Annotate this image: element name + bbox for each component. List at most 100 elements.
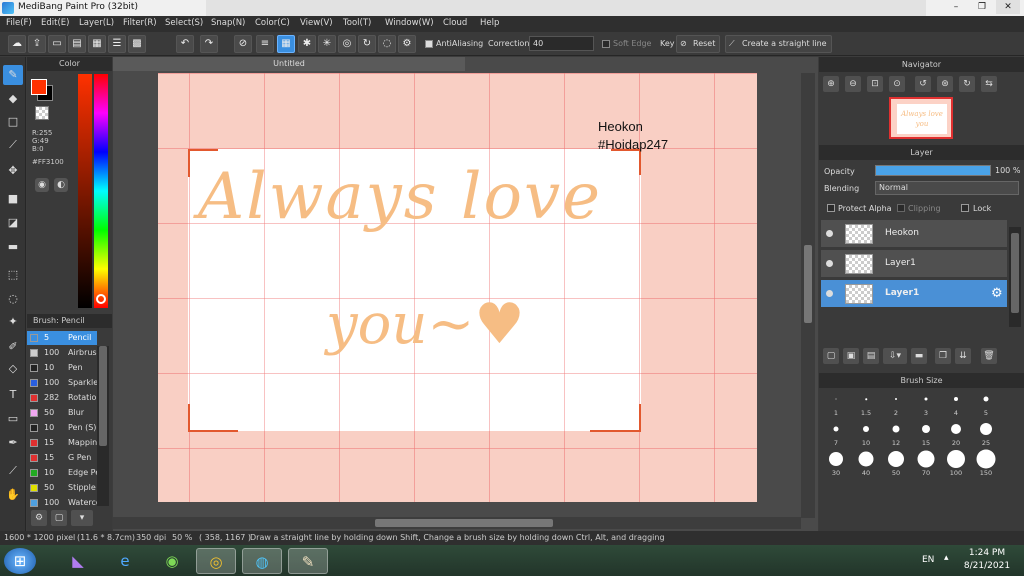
layer-row[interactable]: Layer1 ⚙ bbox=[821, 280, 1007, 308]
line-tool-icon[interactable]: ⟋ bbox=[3, 135, 23, 155]
menu-snap[interactable]: Snap(N) bbox=[211, 18, 245, 28]
cloud-icon[interactable]: ☁ bbox=[8, 35, 26, 53]
clipping-checkbox[interactable] bbox=[897, 204, 905, 212]
navigator-preview[interactable]: Always love you bbox=[889, 97, 953, 139]
merge-down-icon[interactable]: ⇊ bbox=[955, 348, 971, 364]
brush-menu-icon[interactable]: ▾ bbox=[71, 510, 93, 526]
brush-list-scrollbar[interactable] bbox=[97, 346, 109, 506]
parallel-snap-icon[interactable]: ≡ bbox=[256, 35, 274, 53]
hand-tool-icon[interactable]: ✋ bbox=[3, 485, 23, 505]
add-brush-icon[interactable]: ⚙ bbox=[31, 510, 47, 526]
grid-snap-icon[interactable]: ▦ bbox=[277, 35, 295, 53]
curve-snap-icon[interactable]: ↻ bbox=[358, 35, 376, 53]
brush-size-option[interactable]: 4 bbox=[941, 389, 971, 419]
hue-slider[interactable] bbox=[94, 74, 108, 308]
list-icon[interactable]: ☰ bbox=[108, 35, 126, 53]
brush-item[interactable]: 282 Rotation bbox=[27, 391, 97, 405]
color-wheel-icon[interactable]: ◐ bbox=[54, 178, 68, 192]
zoom-in-icon[interactable]: ⊕ bbox=[823, 76, 839, 92]
brush-item[interactable]: 50 Stipple bbox=[27, 481, 97, 495]
start-button-icon[interactable]: ⊞ bbox=[4, 548, 36, 574]
brush-item[interactable]: 100 Sparkle bbox=[27, 376, 97, 390]
vanishing-point-icon[interactable]: ✱ bbox=[298, 35, 316, 53]
zoom-out-icon[interactable]: ⊖ bbox=[845, 76, 861, 92]
brush-size-option[interactable]: 1.5 bbox=[851, 389, 881, 419]
brush-item[interactable]: 15 Mapping bbox=[27, 436, 97, 450]
language-indicator[interactable]: EN bbox=[922, 555, 934, 565]
palette-icon[interactable]: ◉ bbox=[35, 178, 49, 192]
brush-size-option[interactable]: 15 bbox=[911, 419, 941, 449]
brush-size-option[interactable]: 12 bbox=[881, 419, 911, 449]
new-layer-icon[interactable]: ▢ bbox=[823, 348, 839, 364]
gradient-tool-icon[interactable]: ▬ bbox=[3, 237, 23, 257]
brush-size-option[interactable]: 40 bbox=[851, 449, 881, 479]
brush-tool-icon[interactable]: ✎ bbox=[3, 65, 23, 85]
create-straight-line-button[interactable]: ⟋ Create a straight line bbox=[725, 35, 832, 53]
undo-icon[interactable]: ↶ bbox=[176, 35, 194, 53]
correction-select[interactable]: 40 bbox=[529, 36, 594, 51]
protect-alpha-checkbox[interactable] bbox=[827, 204, 835, 212]
delete-layer-icon[interactable]: 🗑 bbox=[981, 348, 997, 364]
magic-wand-tool-icon[interactable]: ✦ bbox=[3, 312, 23, 332]
layer-settings-gear-icon[interactable]: ⚙ bbox=[991, 286, 1003, 301]
brush-size-option[interactable]: 2 bbox=[881, 389, 911, 419]
menu-file[interactable]: File(F) bbox=[6, 18, 32, 28]
brush-size-option[interactable]: 150 bbox=[971, 449, 1001, 479]
radial-snap-icon[interactable]: ✳ bbox=[318, 35, 336, 53]
rotate-right-icon[interactable]: ↻ bbox=[959, 76, 975, 92]
visibility-eye-icon[interactable] bbox=[826, 260, 833, 267]
v-scroll-thumb[interactable] bbox=[804, 245, 812, 323]
divide-tool-icon[interactable]: ▭ bbox=[3, 409, 23, 429]
menu-tool[interactable]: Tool(T) bbox=[343, 18, 371, 28]
chat-icon[interactable]: ▤ bbox=[68, 35, 86, 53]
fit-icon[interactable]: ⊡ bbox=[867, 76, 883, 92]
brush-size-option[interactable]: 1 bbox=[821, 389, 851, 419]
blending-select[interactable]: Normal bbox=[875, 181, 1019, 195]
brush-size-option[interactable]: 30 bbox=[821, 449, 851, 479]
folder-icon[interactable]: ▬ bbox=[911, 348, 927, 364]
layer-row[interactable]: Layer1 bbox=[821, 250, 1007, 278]
brush-size-option[interactable]: 50 bbox=[881, 449, 911, 479]
actual-size-icon[interactable]: ⊙ bbox=[889, 76, 905, 92]
antialiasing-checkbox[interactable] bbox=[425, 40, 433, 48]
maximize-button[interactable]: ❐ bbox=[970, 0, 994, 14]
soft-edge-checkbox[interactable] bbox=[602, 40, 610, 48]
menu-view[interactable]: View(V) bbox=[300, 18, 333, 28]
select-eraser-tool-icon[interactable]: ◇ bbox=[3, 359, 23, 379]
snap-off-icon[interactable]: ⊘ bbox=[234, 35, 252, 53]
eyedropper-tool-icon[interactable]: ✒ bbox=[3, 433, 23, 453]
menu-cloud[interactable]: Cloud bbox=[443, 18, 467, 28]
rectangle-tool-icon[interactable]: □ bbox=[3, 112, 23, 132]
lock-checkbox[interactable] bbox=[961, 204, 969, 212]
comment-icon[interactable]: ▭ bbox=[48, 35, 66, 53]
lasso-tool-icon[interactable]: ◌ bbox=[3, 289, 23, 309]
saturation-slider[interactable] bbox=[78, 74, 92, 308]
redo-icon[interactable]: ↷ bbox=[200, 35, 218, 53]
coccoc-browser-icon[interactable]: ◉ bbox=[152, 548, 192, 574]
fill-rect-tool-icon[interactable]: ■ bbox=[3, 189, 23, 209]
brush-size-option[interactable]: 70 bbox=[911, 449, 941, 479]
internet-explorer-icon[interactable]: e bbox=[105, 548, 145, 574]
visibility-eye-icon[interactable] bbox=[826, 230, 833, 237]
close-button[interactable]: ✕ bbox=[996, 0, 1020, 14]
foreground-color-swatch[interactable] bbox=[31, 79, 47, 95]
new-brush-icon[interactable]: ▢ bbox=[51, 510, 67, 526]
brush-item[interactable]: 10 Pen (S) bbox=[27, 421, 97, 435]
text-tool-icon[interactable]: T bbox=[3, 385, 23, 405]
layer-scroll-thumb[interactable] bbox=[1011, 233, 1019, 313]
pen-tool-icon[interactable]: ⟋ bbox=[3, 461, 23, 481]
brush-item[interactable]: 100 Watercolor bbox=[27, 496, 97, 510]
opacity-slider[interactable] bbox=[875, 165, 991, 176]
visual-studio-icon[interactable]: ◣ bbox=[58, 548, 98, 574]
brush-size-option[interactable]: 5 bbox=[971, 389, 1001, 419]
visibility-eye-icon[interactable] bbox=[826, 290, 833, 297]
canvas-vertical-scrollbar[interactable] bbox=[801, 73, 815, 518]
brush-size-option[interactable]: 20 bbox=[941, 419, 971, 449]
menu-select[interactable]: Select(S) bbox=[165, 18, 203, 28]
medibang-taskbar-icon[interactable]: ◍ bbox=[242, 548, 282, 574]
transparent-color-swatch[interactable] bbox=[35, 106, 49, 120]
duplicate-layer-icon[interactable]: ❐ bbox=[935, 348, 951, 364]
h-scroll-thumb[interactable] bbox=[375, 519, 553, 527]
rotate-reset-icon[interactable]: ⊛ bbox=[937, 76, 953, 92]
ellipse-snap-icon[interactable]: ◌ bbox=[378, 35, 396, 53]
